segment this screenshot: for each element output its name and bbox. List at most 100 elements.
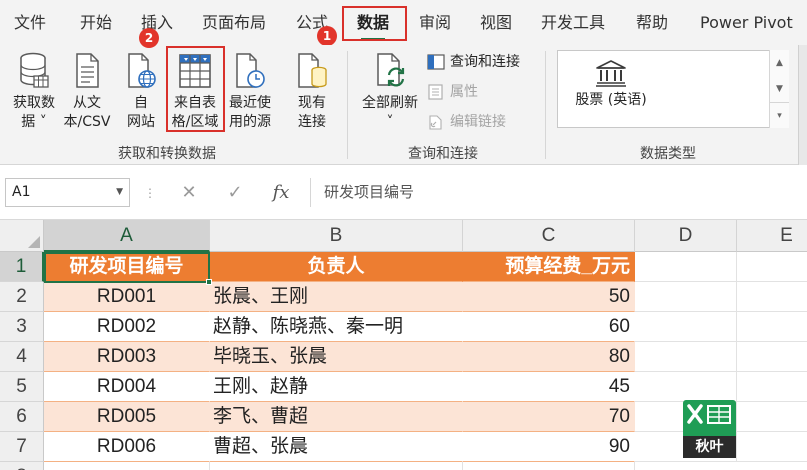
table-cell-budget[interactable]: 45 — [463, 372, 635, 402]
from-web-label-2: 网站 — [127, 114, 155, 130]
highlight-data-tab — [342, 6, 407, 41]
table-cell-budget[interactable]: 50 — [463, 282, 635, 312]
refresh-all-button[interactable]: 全部刷新 ˅ — [356, 51, 424, 132]
table-cell-budget[interactable]: 90 — [463, 432, 635, 462]
insert-function-icon[interactable]: fx — [266, 180, 296, 206]
table-cell-budget[interactable]: 80 — [463, 342, 635, 372]
step-marker-1: 1 — [317, 26, 337, 46]
empty-cell[interactable] — [737, 312, 807, 342]
table-cell-owner[interactable]: 王刚、赵静 — [210, 372, 463, 402]
stocks-label: 股票 (英语) — [575, 92, 647, 108]
enter-icon[interactable]: ✓ — [220, 180, 250, 206]
table-cell-id[interactable]: RD003 — [44, 342, 210, 372]
from-text-csv-button[interactable]: 从文 本/CSV — [61, 51, 113, 132]
tab-page-layout[interactable]: 页面布局 — [202, 0, 266, 45]
refresh-all-dropdown[interactable]: ˅ — [356, 113, 424, 132]
tab-view[interactable]: 视图 — [480, 0, 512, 45]
empty-cell[interactable] — [463, 462, 635, 470]
empty-cell[interactable] — [737, 402, 807, 432]
tab-home[interactable]: 开始 — [80, 0, 112, 45]
table-cell-owner[interactable]: 曹超、张晨 — [210, 432, 463, 462]
empty-cell[interactable] — [635, 342, 737, 372]
name-box[interactable]: A1 ▼ — [5, 178, 130, 207]
table-cell-id[interactable]: RD002 — [44, 312, 210, 342]
cell-d1[interactable] — [635, 252, 737, 282]
gallery-more-icon[interactable]: ▾ — [770, 102, 789, 128]
tab-help[interactable]: 帮助 — [636, 0, 668, 45]
tab-file[interactable]: 文件 — [14, 0, 46, 45]
stocks-bank-icon — [596, 60, 626, 87]
empty-cell[interactable] — [737, 342, 807, 372]
empty-cell[interactable] — [635, 282, 737, 312]
tab-developer[interactable]: 开发工具 — [541, 0, 605, 45]
fill-handle[interactable] — [206, 279, 212, 285]
ribbon-edge — [798, 45, 807, 165]
row-header-5[interactable]: 5 — [0, 372, 44, 402]
group-label-data-types: 数据类型 — [640, 146, 696, 162]
existing-connections-button[interactable]: 现有 连接 — [290, 51, 334, 132]
row-header-1[interactable]: 1 — [0, 252, 44, 282]
stocks-data-type-button[interactable]: 股票 (英语) — [566, 58, 656, 110]
table-cell-id[interactable]: RD001 — [44, 282, 210, 312]
queries-connections-button[interactable]: 查询和连接 — [427, 51, 520, 73]
gallery-scroll-up-icon[interactable]: ▲ — [770, 50, 789, 76]
cell-c1[interactable]: 预算经费_万元 — [463, 252, 635, 282]
table-cell-id[interactable]: RD005 — [44, 402, 210, 432]
database-icon — [20, 52, 49, 88]
edit-links-button[interactable]: 编辑链接 — [427, 111, 506, 133]
row-header-8[interactable]: 8 — [0, 462, 44, 470]
formula-bar: A1 ▼ ⋮ ✕ ✓ fx 研发项目编号 — [0, 166, 807, 220]
tab-review[interactable]: 审阅 — [419, 0, 451, 45]
empty-cell[interactable] — [737, 282, 807, 312]
column-header-e[interactable]: E — [737, 220, 807, 252]
refresh-all-label: 全部刷新 — [362, 95, 418, 111]
select-all-button[interactable] — [0, 220, 44, 252]
cell-a1[interactable]: 研发项目编号 — [44, 252, 210, 282]
empty-cell[interactable] — [635, 312, 737, 342]
table-cell-budget[interactable]: 60 — [463, 312, 635, 342]
refresh-icon — [377, 53, 405, 87]
from-text-label-1: 从文 — [73, 95, 101, 111]
highlight-from-table-button — [166, 46, 225, 132]
table-cell-budget[interactable]: 70 — [463, 402, 635, 432]
table-cell-owner[interactable]: 毕晓玉、张晨 — [210, 342, 463, 372]
column-header-c[interactable]: C — [463, 220, 635, 252]
row-header-7[interactable]: 7 — [0, 432, 44, 462]
name-box-value: A1 — [12, 184, 31, 200]
empty-cell[interactable] — [737, 432, 807, 462]
cell-e1[interactable] — [737, 252, 807, 282]
row-header-3[interactable]: 3 — [0, 312, 44, 342]
table-cell-id[interactable]: RD004 — [44, 372, 210, 402]
row-header-6[interactable]: 6 — [0, 402, 44, 432]
existing-connection-icon — [298, 53, 327, 88]
get-data-label-1: 获取数 — [13, 95, 55, 111]
get-data-button[interactable]: 获取数 据 ˅ — [9, 51, 59, 132]
row-header-2[interactable]: 2 — [0, 282, 44, 312]
column-header-d[interactable]: D — [635, 220, 737, 252]
empty-cell[interactable] — [210, 462, 463, 470]
table-cell-owner[interactable]: 赵静、陈晓燕、秦一明 — [210, 312, 463, 342]
gallery-scroll: ▲ ▼ ▾ — [769, 50, 789, 128]
table-cell-owner[interactable]: 张晨、王刚 — [210, 282, 463, 312]
recent-sources-button[interactable]: 最近使 用的源 — [225, 51, 275, 132]
get-data-label-2: 据 ˅ — [21, 114, 47, 130]
cell-b1[interactable]: 负责人 — [210, 252, 463, 282]
column-header-a[interactable]: A — [44, 220, 210, 252]
row-header-4[interactable]: 4 — [0, 342, 44, 372]
chevron-down-icon[interactable]: ▼ — [116, 179, 123, 206]
gallery-scroll-down-icon[interactable]: ▼ — [770, 76, 789, 102]
edit-links-label: 编辑链接 — [450, 114, 506, 130]
tab-power-pivot[interactable]: Power Pivot — [700, 0, 793, 45]
cancel-icon[interactable]: ✕ — [174, 180, 204, 206]
formula-input[interactable]: 研发项目编号 — [310, 178, 807, 207]
table-cell-id[interactable]: RD006 — [44, 432, 210, 462]
column-header-b[interactable]: B — [210, 220, 463, 252]
empty-cell[interactable] — [737, 372, 807, 402]
group-label-get-transform: 获取和转换数据 — [118, 146, 216, 162]
from-web-button[interactable]: 自 网站 — [120, 51, 162, 132]
table-cell-owner[interactable]: 李飞、曹超 — [210, 402, 463, 432]
formula-bar-splitter-icon[interactable]: ⋮ — [144, 186, 157, 200]
properties-button[interactable]: 属性 — [427, 81, 478, 103]
empty-cell[interactable] — [44, 462, 210, 470]
existing-conn-label-1: 现有 — [298, 95, 326, 111]
